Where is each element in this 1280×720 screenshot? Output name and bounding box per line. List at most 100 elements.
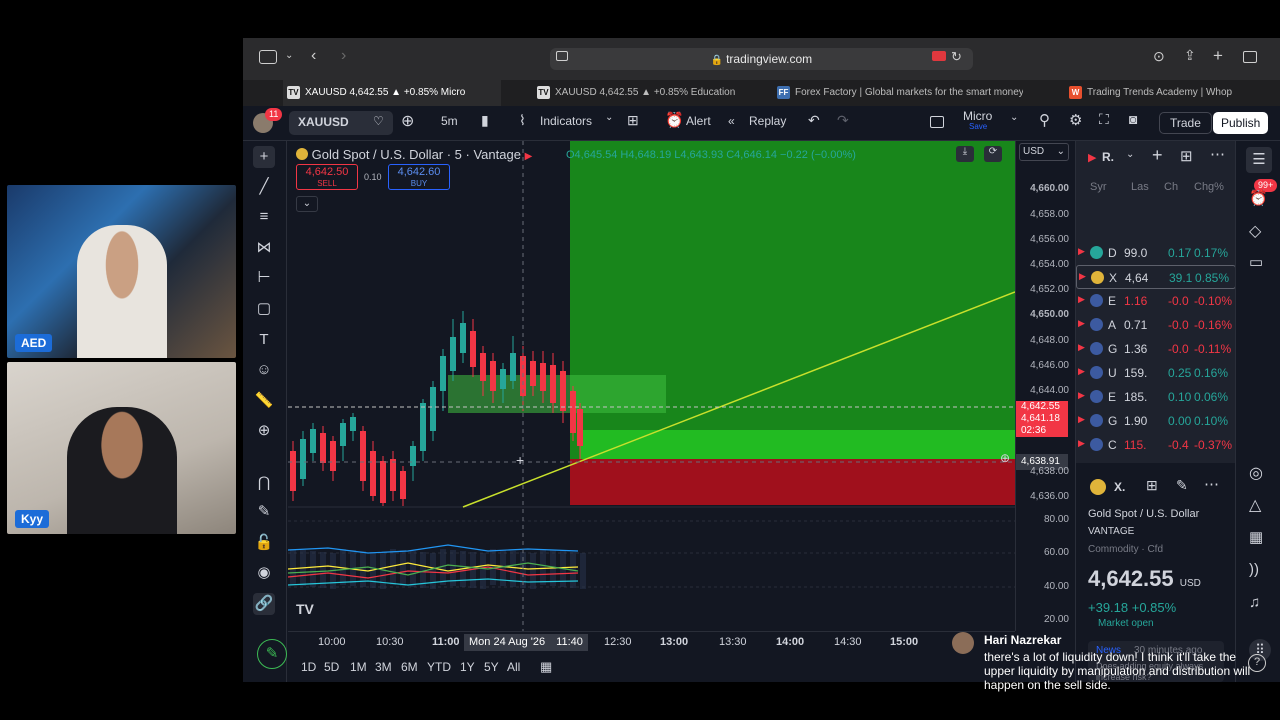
- details-symbol[interactable]: X.: [1114, 480, 1125, 494]
- tab-xauusd-micro[interactable]: TV XAUUSD 4,642.55 ▲ +0.85% Micro: [283, 80, 501, 106]
- replay-button[interactable]: Replay: [749, 114, 786, 128]
- shapes-icon[interactable]: ▢: [253, 298, 275, 320]
- crosshair-icon[interactable]: +: [253, 146, 275, 168]
- watchlist-heart-icon[interactable]: ♡: [373, 114, 384, 128]
- tab-forex-factory[interactable]: FF Forex Factory | Global markets for the…: [773, 80, 1023, 106]
- layout-icon[interactable]: [930, 116, 944, 128]
- replay-icon[interactable]: «: [728, 114, 735, 128]
- watchlist-row[interactable]: ▶ X 4,64 39.1 0.85%: [1076, 265, 1236, 289]
- sidebar-toggle-icon[interactable]: [259, 50, 277, 64]
- redo-icon[interactable]: ↷: [837, 112, 849, 129]
- fib-icon[interactable]: ≡: [253, 206, 275, 228]
- layers-icon[interactable]: ◇: [1249, 221, 1261, 241]
- flag-icon[interactable]: ▶: [1078, 390, 1085, 401]
- magnet-icon[interactable]: ⋂: [253, 472, 275, 494]
- flag-icon[interactable]: ▶: [1078, 294, 1085, 305]
- more-icon[interactable]: ⋯: [1204, 475, 1219, 493]
- forecast-icon[interactable]: ⊢: [253, 267, 275, 289]
- trade-button[interactable]: Trade: [1159, 112, 1212, 134]
- range-1y[interactable]: 1Y: [460, 660, 475, 674]
- tab-overview-icon[interactable]: [1243, 51, 1257, 63]
- column-header[interactable]: Las: [1131, 181, 1149, 193]
- search-icon[interactable]: ⚲: [1039, 111, 1050, 129]
- alert-button[interactable]: Alert: [686, 114, 711, 128]
- forward-icon[interactable]: ›: [341, 47, 346, 65]
- download-icon[interactable]: ⊙: [1153, 48, 1165, 65]
- watchlist-row[interactable]: ▶ G 1.90 0.00 0.10%: [1076, 409, 1236, 433]
- details-name[interactable]: Gold Spot / U.S. Dollar: [1088, 508, 1199, 520]
- legend-title[interactable]: Gold Spot / U.S. Dollar · 5 · Vantage ▶: [296, 147, 532, 162]
- watchlist-row[interactable]: ▶ U 159. 0.25 0.16%: [1076, 361, 1236, 385]
- indicators-icon[interactable]: ⌇: [519, 112, 526, 129]
- sell-button[interactable]: 4,642.50 SELL: [296, 164, 358, 190]
- lock-icon[interactable]: 🔓: [253, 532, 275, 554]
- reader-icon[interactable]: [556, 51, 568, 61]
- range-3m[interactable]: 3M: [375, 660, 392, 674]
- column-header[interactable]: Chg%: [1194, 181, 1224, 193]
- chevron-down-icon[interactable]: ⌄: [1126, 149, 1134, 160]
- ruler-icon[interactable]: 📏: [253, 390, 275, 412]
- emoji-icon[interactable]: ☺: [253, 359, 275, 381]
- templates-icon[interactable]: ⊞: [627, 112, 639, 129]
- collapse-legend-icon[interactable]: ⌄: [296, 196, 318, 212]
- indicators-button[interactable]: Indicators: [540, 114, 592, 128]
- layout-save-label[interactable]: Save: [969, 122, 987, 131]
- range-6m[interactable]: 6M: [401, 660, 418, 674]
- trendline-icon[interactable]: ╱: [253, 176, 275, 198]
- participant-tile-kyy[interactable]: Kyy: [7, 362, 236, 534]
- sync-icon[interactable]: ⟳: [984, 146, 1002, 162]
- range-5y[interactable]: 5Y: [484, 660, 499, 674]
- publish-button[interactable]: Publish: [1213, 112, 1269, 134]
- chart-pane[interactable]: Gold Spot / U.S. Dollar · 5 · Vantage ▶ …: [288, 141, 1015, 631]
- time-axis[interactable]: 10:00 10:30 11:00 Mon 24 Aug '26 11:40 1…: [288, 631, 1015, 653]
- range-5d[interactable]: 5D: [324, 660, 339, 674]
- share-icon[interactable]: ⇪: [1184, 47, 1196, 64]
- flag-icon[interactable]: ▶: [1078, 414, 1085, 425]
- flag-icon[interactable]: ▶: [1078, 246, 1085, 257]
- flag-icon[interactable]: ▶: [1078, 438, 1085, 449]
- watchlist-row[interactable]: ▶ G 1.36 -0.0 -0.11%: [1076, 337, 1236, 361]
- advanced-view-icon[interactable]: ⊞: [1180, 147, 1193, 165]
- reload-icon[interactable]: ↻: [951, 49, 962, 65]
- price-axis[interactable]: ⤓ ⟳ USD ⌄ 4,660.00 4,658.00 4,656.00 4,65…: [956, 141, 1075, 631]
- alert-icon[interactable]: ⏰: [665, 111, 684, 129]
- flag-icon[interactable]: ▶: [1088, 151, 1096, 164]
- link-icon[interactable]: 🔗: [253, 593, 275, 615]
- range-all[interactable]: All: [507, 660, 520, 674]
- range-1d[interactable]: 1D: [301, 660, 316, 674]
- watchlist-row[interactable]: ▶ D 99.0 0.17 0.17%: [1076, 241, 1236, 265]
- column-header[interactable]: Ch: [1164, 181, 1178, 193]
- symbol-search[interactable]: XAUUSD ♡: [289, 111, 393, 135]
- ideas-icon[interactable]: △: [1249, 495, 1261, 515]
- stream-icon[interactable]: )): [1249, 561, 1259, 578]
- pencil-icon[interactable]: ✎: [257, 639, 287, 669]
- range-1m[interactable]: 1M: [350, 660, 367, 674]
- undo-icon[interactable]: ↶: [808, 112, 820, 129]
- flag-icon[interactable]: ▶: [1078, 318, 1085, 329]
- tab-whop[interactable]: W Trading Trends Academy | Whop: [1065, 80, 1265, 106]
- text-icon[interactable]: T: [253, 329, 275, 351]
- alerts-icon[interactable]: ⏰: [1249, 189, 1268, 207]
- flag-icon[interactable]: ▶: [1078, 366, 1085, 377]
- date-range-calendar-icon[interactable]: ▦: [540, 659, 552, 675]
- add-alert-icon[interactable]: ⊕: [1000, 451, 1010, 465]
- camera-off-icon[interactable]: [932, 51, 946, 61]
- zoom-icon[interactable]: ⊕: [253, 420, 275, 442]
- help-icon[interactable]: ?: [1248, 654, 1266, 672]
- chart-canvas[interactable]: [288, 141, 1015, 631]
- lock-drawing-icon[interactable]: ✎: [253, 501, 275, 523]
- currency-select[interactable]: USD ⌄: [1019, 143, 1069, 161]
- chevron-down-icon[interactable]: ⌄: [285, 50, 293, 61]
- chat-icon[interactable]: ▭: [1249, 253, 1263, 271]
- chart-type-icon[interactable]: ▮: [481, 112, 489, 129]
- target-icon[interactable]: ◎: [1249, 463, 1263, 483]
- grid-icon[interactable]: ⊞: [1146, 477, 1158, 494]
- calendar-icon[interactable]: ▦: [1249, 528, 1263, 546]
- layout-name[interactable]: Micro: [963, 109, 992, 123]
- add-symbol-icon[interactable]: +: [1152, 145, 1163, 166]
- loss-zone[interactable]: [570, 459, 1015, 505]
- more-icon[interactable]: ⋯: [1210, 145, 1225, 163]
- watchlist-row[interactable]: ▶ A 0.71 -0.0 -0.16%: [1076, 313, 1236, 337]
- pattern-icon[interactable]: ⋈: [253, 237, 275, 259]
- buy-button[interactable]: 4,642.60 BUY: [388, 164, 450, 190]
